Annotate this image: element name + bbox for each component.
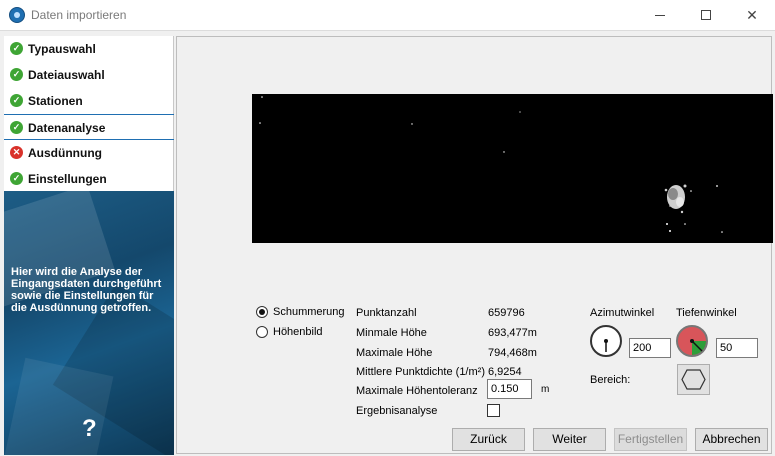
check-icon: ✓	[10, 121, 23, 134]
ergebnisanalyse-checkbox[interactable]	[487, 404, 500, 417]
azimut-dial[interactable]	[590, 325, 622, 357]
check-icon: ✓	[10, 172, 23, 185]
tiefen-input[interactable]	[716, 338, 758, 358]
radio-label: Schummerung	[273, 306, 345, 318]
app-icon	[9, 7, 25, 23]
step-label: Dateiauswahl	[28, 68, 105, 82]
max-hoehe-value: 794,468m	[488, 347, 537, 359]
cancel-button[interactable]: Abbrechen	[695, 428, 768, 451]
step-label: Einstellungen	[28, 172, 107, 186]
radio-indicator	[256, 306, 268, 318]
punktanzahl-value: 659796	[488, 307, 525, 319]
tiefen-label: Tiefenwinkel	[676, 307, 737, 319]
punktanzahl-label: Punktanzahl	[356, 307, 417, 319]
punktdichte-value: 6,9254	[488, 366, 522, 378]
check-icon: ✓	[10, 68, 23, 81]
title-bar: Daten importieren ✕	[0, 0, 775, 31]
finish-button[interactable]: Fertigstellen	[614, 428, 687, 451]
preview-image	[259, 96, 723, 233]
toleranz-label: Maximale Höhentoleranz	[356, 385, 478, 397]
step-label: Stationen	[28, 94, 83, 108]
window-title: Daten importieren	[31, 8, 127, 22]
wizard-steps: ✓ Typauswahl ✓ Dateiauswahl ✓ Stationen …	[4, 36, 174, 191]
step-typauswahl[interactable]: ✓ Typauswahl	[4, 36, 174, 62]
step-ausduennung[interactable]: ✕ Ausdünnung	[4, 140, 174, 166]
min-hoehe-label: Minmale Höhe	[356, 327, 427, 339]
radio-indicator	[256, 326, 268, 338]
close-icon: ✕	[746, 7, 758, 23]
max-hoehe-label: Maximale Höhe	[356, 347, 433, 359]
info-panel: Hier wird die Analyse der Eingangsdaten …	[4, 191, 174, 455]
help-icon[interactable]: ?	[82, 415, 97, 443]
bereich-button[interactable]	[677, 364, 710, 395]
toleranz-unit: m	[541, 384, 550, 395]
step-label: Typauswahl	[28, 42, 96, 56]
step-stationen[interactable]: ✓ Stationen	[4, 88, 174, 114]
step-datenanalyse[interactable]: ✓ Datenanalyse	[4, 114, 174, 140]
ergebnisanalyse-label: Ergebnisanalyse	[356, 405, 438, 417]
error-icon: ✕	[10, 146, 23, 159]
step-dateiauswahl[interactable]: ✓ Dateiauswahl	[4, 62, 174, 88]
tiefen-sector-icon	[690, 339, 706, 355]
close-button[interactable]: ✕	[729, 0, 775, 31]
azimut-label: Azimutwinkel	[590, 307, 655, 319]
radio-label: Höhenbild	[273, 326, 323, 338]
step-einstellungen[interactable]: ✓ Einstellungen	[4, 166, 174, 192]
azimut-needle-icon	[604, 339, 608, 352]
toleranz-input[interactable]	[487, 379, 532, 399]
maximize-button[interactable]	[683, 0, 729, 31]
back-button[interactable]: Zurück	[452, 428, 525, 451]
min-hoehe-value: 693,477m	[488, 327, 537, 339]
point-cloud-preview	[252, 94, 773, 243]
step-label: Datenanalyse	[28, 121, 106, 135]
bereich-label: Bereich:	[590, 374, 631, 386]
step-label: Ausdünnung	[28, 146, 102, 160]
check-icon: ✓	[10, 94, 23, 107]
tiefen-dial[interactable]	[676, 325, 708, 357]
check-icon: ✓	[10, 42, 23, 55]
next-button[interactable]: Weiter	[533, 428, 606, 451]
step-description: Hier wird die Analyse der Eingangsdaten …	[11, 266, 162, 314]
azimut-input[interactable]	[629, 338, 671, 358]
minimize-button[interactable]	[637, 0, 683, 31]
punktdichte-label: Mittlere Punktdichte (1/m²)	[356, 366, 485, 378]
background-shape	[4, 357, 114, 455]
minimize-icon	[655, 15, 665, 16]
maximize-icon	[701, 10, 711, 20]
hexagon-icon	[681, 369, 706, 390]
